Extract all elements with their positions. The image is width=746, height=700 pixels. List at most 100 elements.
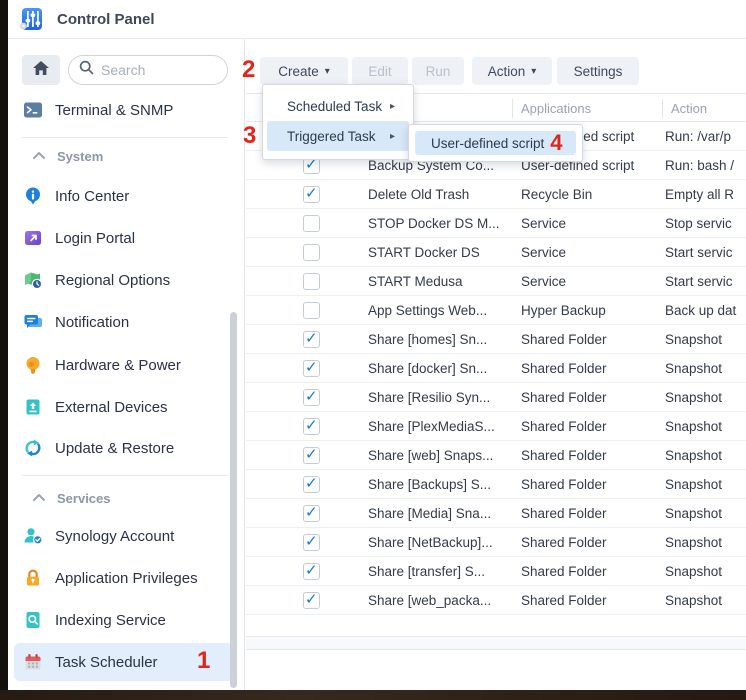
column-header-applications[interactable]: Applications (521, 101, 591, 116)
menu-item-scheduled-task[interactable]: Scheduled Task ▸ (267, 91, 409, 121)
create-button[interactable]: Create▾ (260, 57, 348, 85)
row-checkbox[interactable] (303, 302, 320, 319)
sidebar-item-label: External Devices (55, 399, 168, 416)
action-cell: Run: bash / (665, 158, 734, 173)
sidebar-item-external-devices[interactable]: External Devices (8, 393, 244, 421)
action-cell: Snapshot (665, 564, 722, 579)
caret-down-icon: ▾ (325, 66, 330, 77)
sidebar-item-label: Update & Restore (55, 440, 174, 457)
control-panel-icon (18, 6, 44, 32)
checkmark-icon: ✓ (305, 445, 318, 463)
action-cell: Snapshot (665, 448, 722, 463)
applications-cell: Shared Folder (521, 564, 607, 579)
applications-cell: Service (521, 216, 566, 231)
table-row[interactable]: ✓ Share [PlexMediaS... Shared Folder Sna… (246, 412, 746, 441)
table-row[interactable]: START Medusa Service Start servic (246, 267, 746, 296)
row-checkbox[interactable] (303, 273, 320, 290)
checkmark-icon: ✓ (305, 561, 318, 579)
action-button[interactable]: Action▾ (472, 57, 552, 85)
menu-item-label: User-defined script (431, 136, 544, 151)
table-row[interactable]: STOP Docker DS M... Service Stop servic (246, 209, 746, 238)
task-name-cell: Share [web_packa... (368, 593, 491, 608)
info-center-icon (23, 186, 43, 206)
row-checkbox[interactable]: ✓ (303, 360, 320, 377)
task-name-cell: Share [transfer] S... (368, 564, 485, 579)
row-checkbox[interactable]: ✓ (303, 331, 320, 348)
table-row[interactable]: ✓ Share [docker] Sn... Shared Folder Sna… (246, 354, 746, 383)
action-cell: Stop servic (665, 216, 732, 231)
search-input[interactable] (101, 62, 211, 78)
sidebar-item-label: Terminal & SNMP (55, 102, 173, 119)
search-box[interactable] (68, 55, 228, 85)
sidebar-scrollbar-thumb[interactable] (230, 312, 237, 688)
action-cell: Snapshot (665, 535, 722, 550)
task-name-cell: START Medusa (368, 274, 463, 289)
task-name-cell: Delete Old Trash (368, 187, 469, 202)
row-checkbox[interactable]: ✓ (303, 476, 320, 493)
table-row[interactable]: ✓ Delete Old Trash Recycle Bin Empty all… (246, 180, 746, 209)
update-restore-icon (23, 438, 43, 458)
sidebar-item-application-privileges[interactable]: Application Privileges (8, 564, 244, 592)
settings-button[interactable]: Settings (557, 57, 639, 85)
home-button[interactable] (22, 55, 60, 85)
applications-cell: Shared Folder (521, 448, 607, 463)
table-row[interactable]: App Settings Web... Hyper Backup Back up… (246, 296, 746, 325)
row-checkbox[interactable]: ✓ (303, 186, 320, 203)
sidebar-item-info-center[interactable]: Info Center (8, 182, 244, 210)
table-row[interactable]: ✓ Share [web] Snaps... Shared Folder Sna… (246, 441, 746, 470)
action-cell: Snapshot (665, 593, 722, 608)
row-checkbox[interactable]: ✓ (303, 534, 320, 551)
page-title: Control Panel (57, 11, 155, 28)
table-row[interactable]: ✓ Share [Media] Sna... Shared Folder Sna… (246, 499, 746, 528)
menu-item-triggered-task[interactable]: Triggered Task ▸ (267, 121, 409, 151)
sidebar-item-indexing-service[interactable]: Indexing Service (8, 606, 244, 634)
applications-cell: Shared Folder (521, 506, 607, 521)
checkmark-icon: ✓ (305, 358, 318, 376)
action-cell: Snapshot (665, 332, 722, 347)
sidebar-item-notification[interactable]: Notification (8, 308, 244, 336)
action-cell: Empty all R (665, 187, 734, 202)
sidebar-item-hardware-power[interactable]: Hardware & Power (8, 351, 244, 379)
notification-icon (23, 312, 43, 332)
sidebar-item-terminal-snmp[interactable]: Terminal & SNMP (8, 96, 244, 124)
table-row[interactable]: ✓ Share [NetBackup]... Shared Folder Sna… (246, 528, 746, 557)
run-button[interactable]: Run (412, 57, 464, 85)
applications-cell: Service (521, 274, 566, 289)
row-checkbox[interactable]: ✓ (303, 563, 320, 580)
row-checkbox[interactable] (303, 215, 320, 232)
row-checkbox[interactable]: ✓ (303, 505, 320, 522)
column-separator (512, 99, 513, 118)
task-name-cell: START Docker DS (368, 245, 480, 260)
sidebar-section-services[interactable]: Services (8, 487, 244, 509)
task-scheduler-icon (23, 652, 43, 672)
row-checkbox[interactable] (303, 244, 320, 261)
table-row[interactable]: ✓ Share [transfer] S... Shared Folder Sn… (246, 557, 746, 586)
column-header-action[interactable]: Action (671, 101, 707, 116)
sidebar-section-system[interactable]: System (8, 145, 244, 167)
table-row[interactable]: START Docker DS Service Start servic (246, 238, 746, 267)
applications-cell: Service (521, 245, 566, 260)
menu-item-user-defined-script[interactable]: User-defined script 4 (415, 131, 576, 155)
sidebar-item-synology-account[interactable]: Synology Account (8, 522, 244, 550)
row-checkbox[interactable]: ✓ (303, 389, 320, 406)
row-checkbox[interactable]: ✓ (303, 447, 320, 464)
row-checkbox[interactable]: ✓ (303, 418, 320, 435)
applications-cell: Shared Folder (521, 390, 607, 405)
terminal-icon (23, 100, 43, 120)
checkmark-icon: ✓ (305, 329, 318, 347)
table-row[interactable]: ✓ Share [Backups] S... Shared Folder Sna… (246, 470, 746, 499)
sidebar-item-login-portal[interactable]: Login Portal (8, 224, 244, 252)
triggered-task-submenu: User-defined script 4 (408, 124, 583, 162)
checkmark-icon: ✓ (305, 416, 318, 434)
table-row[interactable]: ✓ Share [Resilio Syn... Shared Folder Sn… (246, 383, 746, 412)
sidebar-divider (22, 475, 228, 476)
table-footer-band (246, 636, 746, 650)
table-row[interactable]: ✓ Share [web_packa... Shared Folder Snap… (246, 586, 746, 615)
sidebar-item-regional-options[interactable]: Regional Options (8, 266, 244, 294)
row-checkbox[interactable]: ✓ (303, 592, 320, 609)
applications-cell: Shared Folder (521, 535, 607, 550)
table-row[interactable]: ✓ Share [homes] Sn... Shared Folder Snap… (246, 325, 746, 354)
edit-button[interactable]: Edit (352, 57, 408, 85)
task-name-cell: Share [docker] Sn... (368, 361, 487, 376)
sidebar-item-update-restore[interactable]: Update & Restore (8, 434, 244, 462)
